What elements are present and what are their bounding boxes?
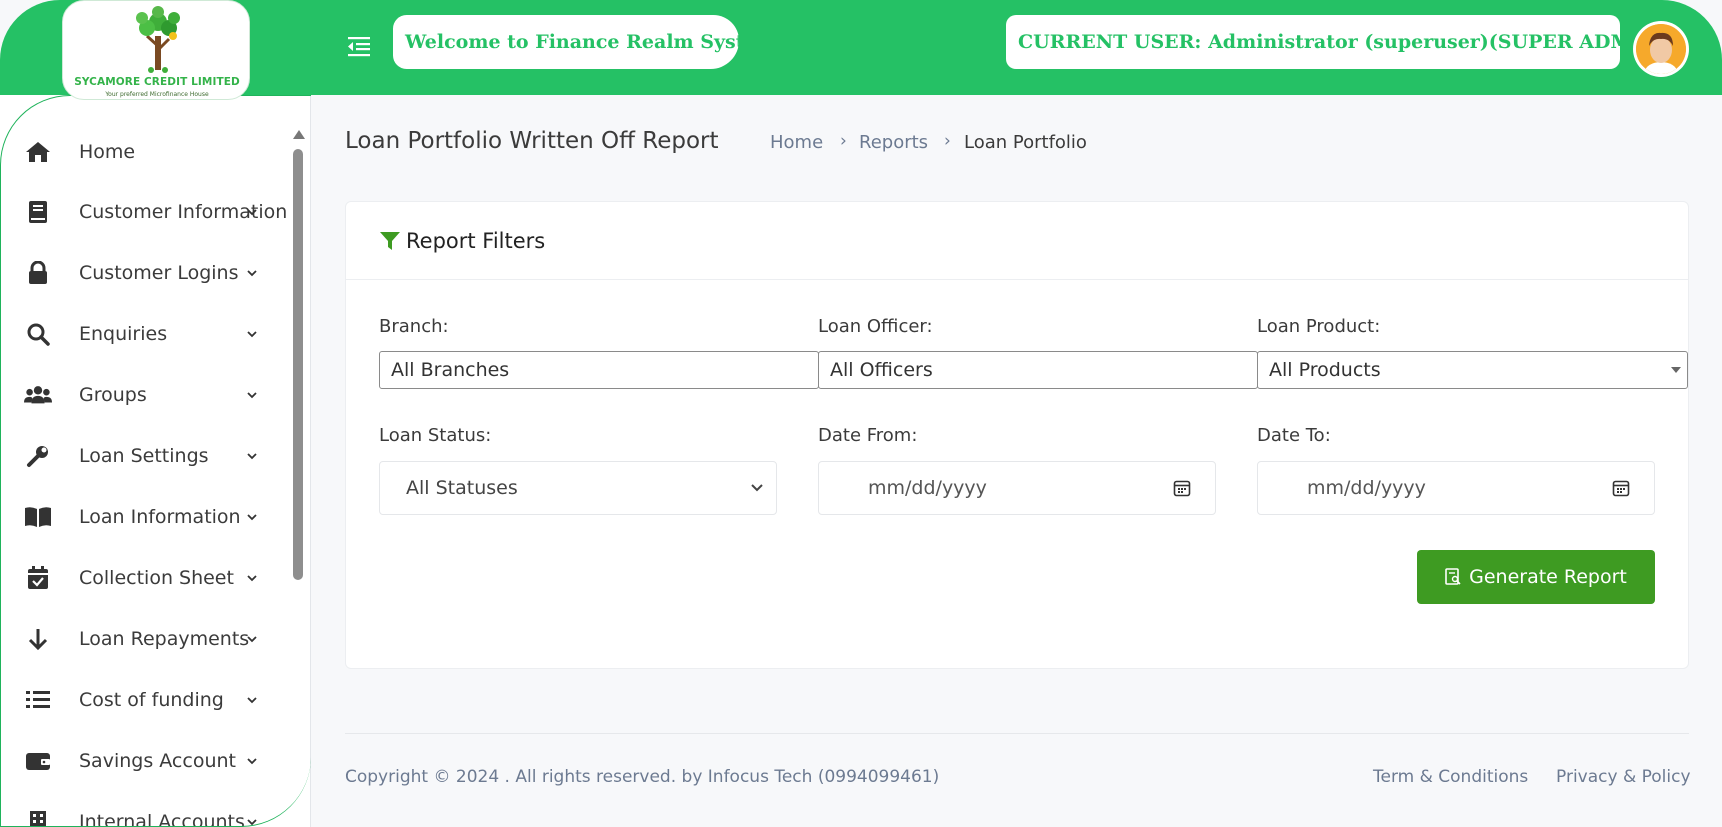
date-to-placeholder: mm/dd/yyyy [1307, 477, 1426, 499]
chevron-down-icon [751, 484, 763, 492]
generate-report-button[interactable]: Generate Report [1417, 550, 1655, 604]
chevron-down-icon [247, 636, 257, 643]
loan-status-value: All Statuses [406, 477, 518, 499]
sidebar-item-label: Loan Information [79, 506, 241, 528]
sidebar-item-label: Collection Sheet [79, 567, 234, 589]
sidebar-item-label: Loan Settings [79, 445, 209, 467]
sidebar-item-label: Home [79, 141, 136, 163]
date-from-label: Date From: [818, 425, 918, 446]
dropdown-arrow-icon [1671, 367, 1681, 373]
chevron-down-icon [247, 819, 257, 826]
sidebar-item-customer-information[interactable]: Customer Information [0, 189, 290, 235]
list-icon [24, 687, 52, 713]
branch-label: Branch: [379, 316, 449, 337]
book-icon [24, 199, 52, 225]
chevron-down-icon [247, 697, 257, 704]
calendar-icon[interactable] [1173, 479, 1191, 497]
chevron-down-icon [247, 270, 257, 277]
chevron-down-icon [247, 209, 257, 216]
card-title: Report Filters [406, 229, 546, 253]
sidebar-item-internal-accounts[interactable]: Internal Accounts [0, 799, 290, 827]
loan-product-select[interactable]: All Products [1257, 351, 1688, 389]
lock-icon [24, 260, 52, 286]
sidebar-scrollbar[interactable] [290, 123, 305, 827]
scroll-up-arrow-icon[interactable] [293, 130, 305, 139]
chevron-down-icon [247, 392, 257, 399]
sidebar-item-label: Customer Logins [79, 262, 239, 284]
breadcrumb-separator: › [840, 131, 847, 151]
generate-report-label: Generate Report [1469, 566, 1627, 588]
report-filters-card: Report Filters Branch: Loan Officer: Loa… [345, 201, 1689, 669]
report-icon [1445, 568, 1461, 585]
sidebar-item-label: Internal Accounts [79, 811, 245, 827]
sidebar-item-label: Groups [79, 384, 147, 406]
sidebar-item-groups[interactable]: Groups [0, 372, 290, 418]
privacy-link[interactable]: Privacy & Policy [1556, 767, 1691, 787]
chevron-down-icon [247, 758, 257, 765]
breadcrumb-separator: › [944, 131, 951, 151]
sidebar: Home Customer Information Customer Login… [0, 95, 311, 827]
sidebar-item-savings-account[interactable]: Savings Account [0, 738, 290, 784]
sidebar-item-loan-settings[interactable]: Loan Settings [0, 433, 290, 479]
filter-icon [380, 232, 400, 250]
chevron-down-icon [247, 575, 257, 582]
loan-officer-select[interactable]: All Officers [818, 351, 1258, 389]
loan-product-value: All Products [1269, 359, 1381, 381]
wallet-icon [24, 748, 52, 774]
calendar-icon[interactable] [1612, 479, 1630, 497]
loan-product-label: Loan Product: [1257, 316, 1381, 337]
date-from-input[interactable]: mm/dd/yyyy [818, 461, 1216, 515]
branch-select[interactable]: All Branches [379, 351, 819, 389]
sidebar-item-cost-of-funding[interactable]: Cost of funding [0, 677, 290, 723]
company-logo[interactable]: SYCAMORE CREDIT LIMITED Your preferred M… [62, 0, 250, 100]
breadcrumb-home[interactable]: Home [770, 132, 823, 153]
welcome-banner: Welcome to Finance Realm System [393, 15, 739, 69]
sidebar-item-label: Cost of funding [79, 689, 224, 711]
loan-status-label: Loan Status: [379, 425, 492, 446]
date-to-label: Date To: [1257, 425, 1331, 446]
sidebar-item-label: Loan Repayments [79, 628, 250, 650]
loan-status-select[interactable]: All Statuses [379, 461, 777, 515]
user-avatar-icon [1636, 24, 1686, 74]
tree-logo-icon [136, 6, 180, 73]
chevron-down-icon [247, 331, 257, 338]
home-icon [24, 139, 52, 165]
current-user-banner: CURRENT USER: Administrator (superuser)(… [1006, 15, 1620, 69]
terms-link[interactable]: Term & Conditions [1373, 767, 1528, 787]
menu-toggle-icon[interactable] [346, 35, 372, 57]
chevron-down-icon [247, 514, 257, 521]
wrench-icon [24, 443, 52, 469]
page-title: Loan Portfolio Written Off Report [345, 128, 719, 154]
sidebar-item-customer-logins[interactable]: Customer Logins [0, 250, 290, 296]
loan-officer-label: Loan Officer: [818, 316, 933, 337]
date-from-placeholder: mm/dd/yyyy [868, 477, 987, 499]
search-icon [24, 321, 52, 347]
breadcrumb-current: Loan Portfolio [964, 132, 1087, 153]
footer-divider [345, 733, 1689, 734]
building-icon [24, 809, 52, 827]
sidebar-item-label: Enquiries [79, 323, 168, 345]
open-book-icon [24, 504, 52, 530]
user-avatar[interactable] [1633, 21, 1689, 77]
sidebar-item-loan-information[interactable]: Loan Information [0, 494, 290, 540]
calendar-check-icon [24, 565, 52, 591]
card-header: Report Filters [346, 202, 1688, 280]
sidebar-item-label: Savings Account [79, 750, 236, 772]
sidebar-item-home[interactable]: Home [0, 129, 290, 175]
chevron-down-icon [247, 453, 257, 460]
sidebar-item-loan-repayments[interactable]: Loan Repayments [0, 616, 290, 662]
breadcrumb-reports[interactable]: Reports [859, 132, 928, 153]
scrollbar-thumb[interactable] [293, 149, 303, 580]
date-to-input[interactable]: mm/dd/yyyy [1257, 461, 1655, 515]
logo-tagline: Your preferred Microfinance House [105, 91, 209, 98]
sidebar-item-enquiries[interactable]: Enquiries [0, 311, 290, 357]
sidebar-item-collection-sheet[interactable]: Collection Sheet [0, 555, 290, 601]
users-icon [24, 382, 52, 408]
arrow-down-icon [24, 626, 52, 652]
logo-company-name: SYCAMORE CREDIT LIMITED [74, 76, 240, 88]
footer-copyright: Copyright © 2024 . All rights reserved. … [345, 767, 940, 787]
